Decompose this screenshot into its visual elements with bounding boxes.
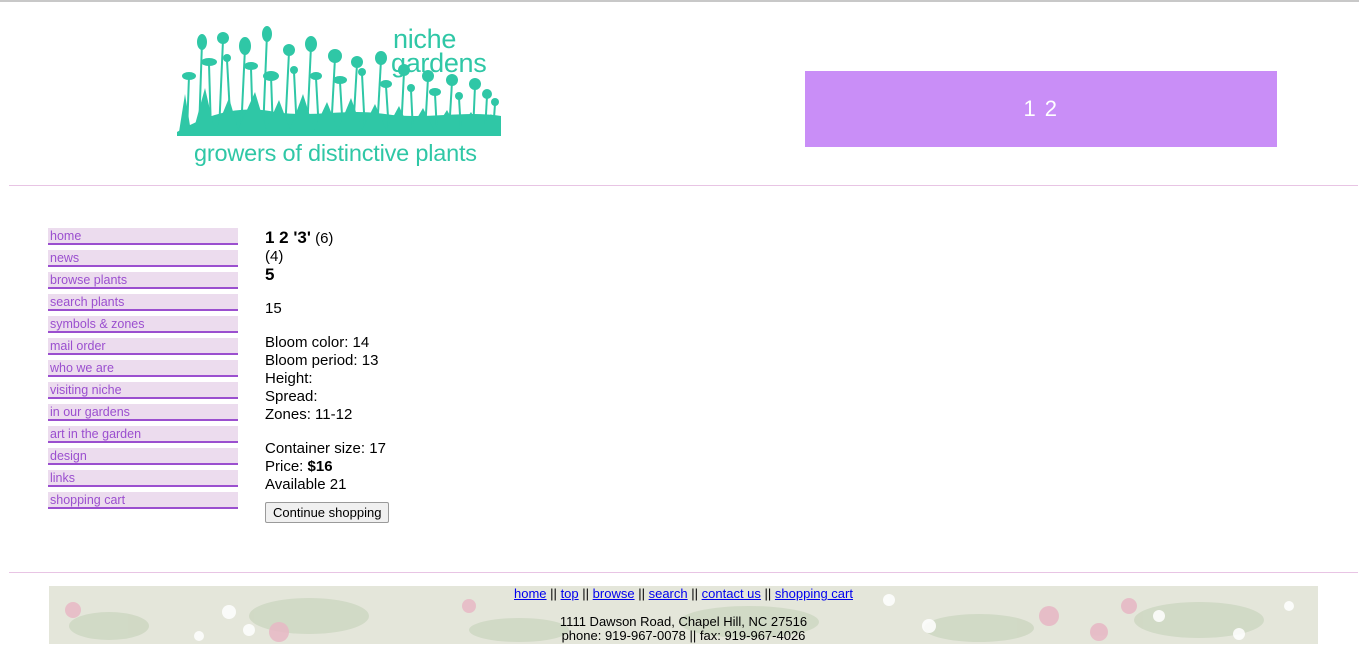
available-label: Available xyxy=(265,476,326,493)
price-label: Price: xyxy=(265,458,304,475)
footer-text: home || top || browse || search || conta… xyxy=(49,586,1318,643)
bloom-period-label: Bloom period: xyxy=(265,352,358,369)
sidebar-item-home[interactable]: home xyxy=(48,228,238,245)
footer-link-contact-us[interactable]: contact us xyxy=(702,586,761,601)
site-logo[interactable]: niche gardens growers of distinctive pla… xyxy=(175,22,510,167)
product-title-line: 1 2 '3' (6) xyxy=(265,229,389,248)
banner-text: 1 2 xyxy=(1023,96,1059,121)
footer-separator: || xyxy=(638,586,645,601)
height-label: Height: xyxy=(265,370,313,387)
footer-link-top[interactable]: top xyxy=(561,586,579,601)
price-row: Price: $16 xyxy=(265,458,389,476)
sidebar-item-browse-plants[interactable]: browse plants xyxy=(48,272,238,289)
top-border xyxy=(0,0,1359,2)
footer-link-shopping-cart[interactable]: shopping cart xyxy=(775,586,853,601)
bloom-period-row: Bloom period: 13 xyxy=(265,352,389,370)
product-code-b: (4) xyxy=(265,248,284,265)
container-value: 17 xyxy=(369,440,386,457)
continue-shopping-button[interactable]: Continue shopping xyxy=(265,502,390,523)
footer-link-home[interactable]: home xyxy=(514,586,547,601)
product-subtitle: 5 xyxy=(265,265,275,284)
header-banner: 1 2 xyxy=(805,71,1277,147)
sidebar-item-shopping-cart[interactable]: shopping cart xyxy=(48,492,238,509)
sidebar-item-links[interactable]: links xyxy=(48,470,238,487)
sidebar-item-art-in-the-garden[interactable]: art in the garden xyxy=(48,426,238,443)
footer-link-search[interactable]: search xyxy=(649,586,688,601)
spread-row: Spread: xyxy=(265,388,389,406)
bloom-period-value: 13 xyxy=(361,352,379,369)
sidebar-item-design[interactable]: design xyxy=(48,448,238,465)
footer-phone-fax: phone: 919-967-0078 || fax: 919-967-4026 xyxy=(561,628,806,643)
zones-value: 11-12 xyxy=(315,406,353,423)
footer-separator: || xyxy=(691,586,699,601)
footer-link-browse[interactable]: browse xyxy=(593,586,635,601)
sidebar-item-mail-order[interactable]: mail order xyxy=(48,338,238,355)
sidebar-item-news[interactable]: news xyxy=(48,250,238,267)
sidebar-item-search-plants[interactable]: search plants xyxy=(48,294,238,311)
footer: home || top || browse || search || conta… xyxy=(49,586,1318,644)
footer-address: 1111 Dawson Road, Chapel Hill, NC 27516 xyxy=(559,614,808,629)
container-label: Container size: xyxy=(265,440,366,457)
bloom-color-label: Bloom color: xyxy=(265,334,349,351)
footer-divider xyxy=(9,572,1358,573)
bloom-color-row: Bloom color: 14 xyxy=(265,334,389,352)
product-description: 15 xyxy=(265,300,282,317)
footer-separator: || xyxy=(582,586,590,601)
price-value: $16 xyxy=(307,458,333,475)
footer-separator: || xyxy=(550,586,557,601)
sidebar-item-in-our-gardens[interactable]: in our gardens xyxy=(48,404,238,421)
header-divider xyxy=(9,185,1358,186)
zones-label: Zones: xyxy=(265,406,311,423)
footer-separator: || xyxy=(764,586,772,601)
footer-links: home || top || browse || search || conta… xyxy=(49,586,1318,601)
logo-word-gardens: gardens xyxy=(391,48,487,78)
sidebar-item-visiting-niche[interactable]: visiting niche xyxy=(48,382,238,399)
sidebar-item-who-we-are[interactable]: who we are xyxy=(48,360,238,377)
bloom-color-value: 14 xyxy=(352,334,370,351)
product-name: 1 2 '3' xyxy=(265,228,311,247)
sidebar-item-symbols-zones[interactable]: symbols & zones xyxy=(48,316,238,333)
available-row: Available 21 xyxy=(265,476,389,494)
container-row: Container size: 17 xyxy=(265,440,389,458)
spread-label: Spread: xyxy=(265,388,318,405)
product-code-a: (6) xyxy=(315,230,334,247)
sidebar-nav: home news browse plants search plants sy… xyxy=(48,228,238,514)
product-detail: 1 2 '3' (6) (4) 5 15 Bloom color: 14 Blo… xyxy=(265,229,390,523)
available-value: 21 xyxy=(329,476,347,493)
height-row: Height: xyxy=(265,370,389,388)
zones-row: Zones: 11-12 xyxy=(265,406,389,424)
logo-tagline: growers of distinctive plants xyxy=(194,140,477,166)
